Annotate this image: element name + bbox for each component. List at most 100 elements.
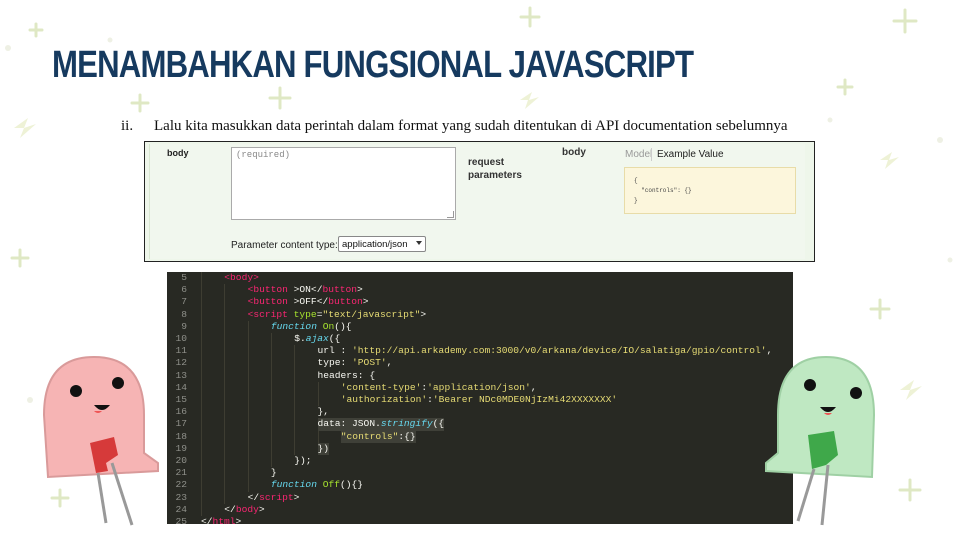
code-token: stringify (380, 418, 433, 430)
content-type-select[interactable]: application/json (338, 236, 426, 252)
code-line[interactable]: 11 url : 'http://api.arkademy.com:3000/v0… (167, 345, 793, 358)
code-token: ajax (305, 333, 329, 344)
indent-guide (317, 381, 319, 394)
code-line[interactable]: 8 <script type="text/javascript"> (167, 308, 793, 321)
code-line[interactable]: 17 data: JSON.stringify({ (167, 418, 793, 431)
code-token: function (270, 479, 317, 491)
indent-guide (224, 296, 226, 309)
code-token: button (322, 284, 357, 296)
body-textarea[interactable]: (required) (231, 147, 456, 220)
indent-guide (201, 296, 202, 309)
indent-guide (201, 345, 202, 358)
line-number: 6 (181, 284, 187, 296)
code-token: ({ (328, 333, 341, 344)
indent-guide (270, 430, 272, 443)
code-token: "controls" (340, 430, 399, 442)
code-text: url : 'http://api.arkademy.com:3000/v0/a… (318, 345, 773, 357)
tab-model[interactable]: Model (625, 149, 652, 160)
code-line[interactable]: 24 </body> (167, 503, 793, 516)
line-number: 21 (175, 467, 187, 479)
line-number: 14 (175, 381, 187, 393)
code-token: (){ (334, 320, 352, 332)
indent-guide (201, 369, 202, 382)
code-text: <button >ON</button> (248, 284, 363, 296)
code-text: function On(){ (271, 321, 352, 333)
code-line[interactable]: 21} (167, 467, 793, 480)
code-token: </ (224, 503, 236, 515)
indent-guide (201, 394, 202, 407)
indent-guide (270, 442, 272, 455)
code-line[interactable]: 23 </script> (167, 491, 793, 504)
parameter-type: body (562, 147, 586, 158)
line-number: 19 (175, 442, 187, 454)
indent-guide (247, 381, 249, 394)
code-line[interactable]: 9 function On(){ (167, 320, 793, 333)
code-text: </script> (248, 492, 300, 504)
indent-guide (247, 333, 249, 346)
code-token: function (270, 320, 317, 332)
code-line[interactable]: 22 function Off(){} (167, 479, 793, 492)
code-text: data: JSON.stringify({ (317, 418, 445, 431)
line-number: 24 (175, 503, 187, 515)
code-line[interactable]: 19}) (167, 442, 793, 455)
line-number: 10 (175, 333, 187, 344)
indent-guide (224, 467, 226, 480)
code-editor: 5 <body> 6 <button >ON</button> 7 <button >OF… (167, 272, 793, 524)
indent-guide (247, 442, 249, 455)
code-line[interactable]: 5 <body> (167, 272, 793, 285)
parameter-description: request parameters (468, 157, 522, 181)
code-line[interactable]: 14 'content-type':'application/json', (167, 381, 793, 394)
code-token: 'application/json' (427, 381, 531, 393)
code-token: button (328, 296, 363, 308)
code-token: Off (316, 479, 340, 491)
indent-guide (294, 442, 296, 455)
code-token: 'Bearer NDc0MDE0NjIzMi42XXXXXXX' (432, 394, 618, 405)
code-token: "text/javascript" (322, 308, 421, 320)
code-line[interactable]: 6 <button >ON</button> (167, 284, 793, 297)
indent-guide (201, 381, 202, 394)
indent-guide (270, 455, 272, 468)
code-token: , (530, 381, 537, 393)
slide-title: MENAMBAHKAN FUNGSIONAL JAVASCRIPT (52, 44, 694, 86)
indent-guide (247, 418, 249, 431)
indent-guide (224, 479, 226, 492)
indent-guide (270, 418, 272, 431)
indent-guide (294, 394, 296, 407)
code-line[interactable]: 16}, (167, 406, 793, 419)
indent-guide (201, 418, 202, 431)
line-number: 5 (181, 272, 187, 283)
line-number: 20 (175, 455, 187, 466)
tab-divider (651, 148, 652, 161)
green-led-mascot (765, 355, 876, 526)
indent-guide (201, 503, 202, 516)
indent-guide (294, 357, 296, 370)
code-line[interactable]: 12 type: 'POST', (167, 357, 793, 370)
tab-example-value[interactable]: Example Value (657, 149, 724, 160)
indent-guide (247, 394, 249, 407)
code-line[interactable]: 10 $.ajax({ (167, 333, 793, 346)
indent-guide (247, 369, 249, 382)
code-token: <button (247, 296, 288, 308)
indent-guide (201, 491, 202, 504)
code-token: 'authorization' (340, 394, 428, 405)
code-line[interactable]: 7 <button >OFF</button> (167, 296, 793, 309)
example-value-box[interactable]: { "controls": {} } (624, 167, 796, 214)
code-line[interactable]: 18 "controls":{} (167, 430, 793, 443)
line-number: 25 (175, 516, 187, 524)
code-line[interactable]: 25 </html> (167, 516, 793, 524)
code-text: <body> (224, 272, 259, 284)
indent-guide (201, 272, 202, 285)
code-token: </ (247, 491, 260, 503)
code-token: On (316, 320, 335, 332)
code-token: data: JSON. (317, 418, 381, 430)
line-number: 8 (181, 308, 187, 320)
code-token: $. (294, 333, 306, 344)
code-token: ({ (432, 418, 445, 430)
code-token: (){} (339, 479, 364, 491)
code-line[interactable]: 20}); (167, 455, 793, 468)
code-line[interactable]: 15 'authorization':'Bearer NDc0MDE0NjIzMi… (167, 394, 793, 407)
code-token: > (362, 296, 369, 308)
indent-guide (201, 442, 202, 455)
code-line[interactable]: 13 headers: { (167, 369, 793, 382)
code-token: type: (317, 357, 353, 369)
